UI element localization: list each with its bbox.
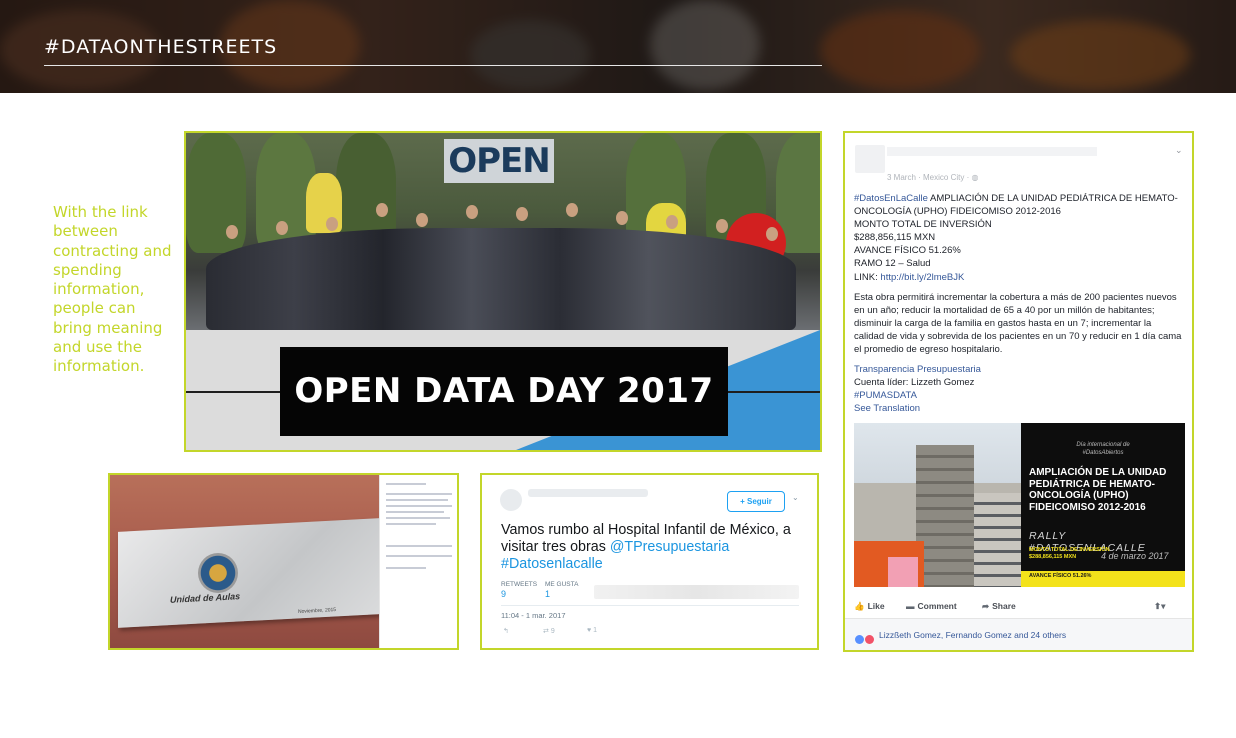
love-reaction-icon bbox=[865, 635, 874, 644]
avatar bbox=[500, 489, 522, 511]
reply-icon[interactable]: ↰ bbox=[503, 627, 509, 635]
post-paragraph: Esta obra permitirá incrementar la cober… bbox=[854, 291, 1182, 356]
tweet-text: Vamos rumbo al Hospital Infantil de Méxi… bbox=[501, 522, 791, 572]
tweet-panel: + Seguir ⌄ Vamos rumbo al Hospital Infan… bbox=[480, 473, 819, 650]
audience-selector-icon[interactable]: ⬆▾ bbox=[1154, 601, 1165, 612]
thumbs-up-icon: 👍 bbox=[854, 601, 865, 611]
project-poster[interactable]: Día internacional de #DatosAbiertos AMPLI… bbox=[1021, 423, 1185, 587]
post-meta: 3 March · Mexico City · ◍ bbox=[887, 173, 979, 182]
reactions-bar: Lizzßeth Gomez, Fernando Gomez and 24 ot… bbox=[845, 618, 1192, 650]
title-underline bbox=[44, 65, 822, 66]
post-link[interactable]: http://bit.ly/2lmeBJK bbox=[880, 272, 964, 283]
plaque-photo: Unidad de Aulas Noviembre, 2015 bbox=[110, 475, 380, 648]
page-link[interactable]: Transparencia Presupuestaria bbox=[854, 363, 1184, 376]
university-seal-icon bbox=[198, 553, 238, 593]
group-photo: OPEN bbox=[186, 133, 820, 330]
hashtag-link[interactable]: #DatosEnLaCalle bbox=[854, 193, 928, 204]
reactions-names[interactable]: Lizzßeth Gomez, Fernando Gomez and 24 ot… bbox=[879, 630, 1066, 640]
avatar bbox=[855, 145, 885, 173]
comment-button[interactable]: ▬ Comment bbox=[906, 601, 957, 611]
hospital-photo[interactable] bbox=[854, 423, 1021, 587]
hero-panel: OPEN OPEN DATA DAY 2017 bbox=[184, 131, 822, 452]
plaque-post-thumbnail bbox=[379, 475, 457, 648]
post-actions: 👍 Like ▬ Comment ➦ Share ⬆▾ bbox=[854, 601, 1184, 615]
tweet-timestamp[interactable]: 11:04 - 1 mar. 2017 bbox=[501, 611, 566, 620]
like-button[interactable]: 👍 Like bbox=[854, 601, 885, 612]
comment-icon: ▬ bbox=[906, 601, 915, 611]
caption-text: With the link between contracting and sp… bbox=[53, 203, 172, 376]
facebook-post-panel: 3 March · Mexico City · ◍ ⌄ #DatosEnLaCa… bbox=[843, 131, 1194, 652]
poster-title: AMPLIACIÓN DE LA UNIDAD PEDIÁTRICA DE HE… bbox=[1029, 467, 1167, 513]
share-icon: ➦ bbox=[982, 601, 990, 611]
open-data-day-banner: OPEN DATA DAY 2017 bbox=[280, 347, 728, 436]
chevron-down-icon[interactable]: ⌄ bbox=[1175, 145, 1183, 156]
plaque-panel: Unidad de Aulas Noviembre, 2015 bbox=[108, 473, 459, 650]
page-name-blurred bbox=[887, 147, 1097, 156]
hashtag-link[interactable]: #Datosenlacalle bbox=[501, 556, 603, 572]
header-banner: #DATAONTHESTREETS bbox=[0, 0, 1236, 93]
like-button[interactable]: ♥ 1 bbox=[587, 627, 597, 634]
see-translation-link[interactable]: See Translation bbox=[854, 402, 1184, 415]
add-user-icon: + bbox=[740, 497, 747, 506]
account-name-blurred bbox=[528, 489, 648, 497]
likes-count[interactable]: 1 bbox=[545, 589, 578, 599]
post-body: #DatosEnLaCalle AMPLIACIÓN DE LA UNIDAD … bbox=[854, 192, 1184, 416]
tag-link[interactable]: #PUMASDATA bbox=[854, 389, 1184, 402]
chevron-down-icon[interactable]: ⌄ bbox=[792, 493, 799, 502]
open-sign: OPEN bbox=[444, 139, 554, 183]
share-button[interactable]: ➦ Share bbox=[982, 601, 1016, 612]
follow-button[interactable]: + Seguir bbox=[727, 491, 785, 512]
page-title: #DATAONTHESTREETS bbox=[44, 36, 278, 58]
globe-icon: ◍ bbox=[971, 173, 979, 182]
retweet-button[interactable]: ⇄ 9 bbox=[543, 627, 555, 635]
retweets-count[interactable]: 9 bbox=[501, 589, 537, 599]
mention-link[interactable]: @TPresupuestaria bbox=[610, 539, 729, 555]
like-reaction-icon bbox=[855, 635, 864, 644]
liker-avatars-blurred bbox=[594, 585, 799, 599]
